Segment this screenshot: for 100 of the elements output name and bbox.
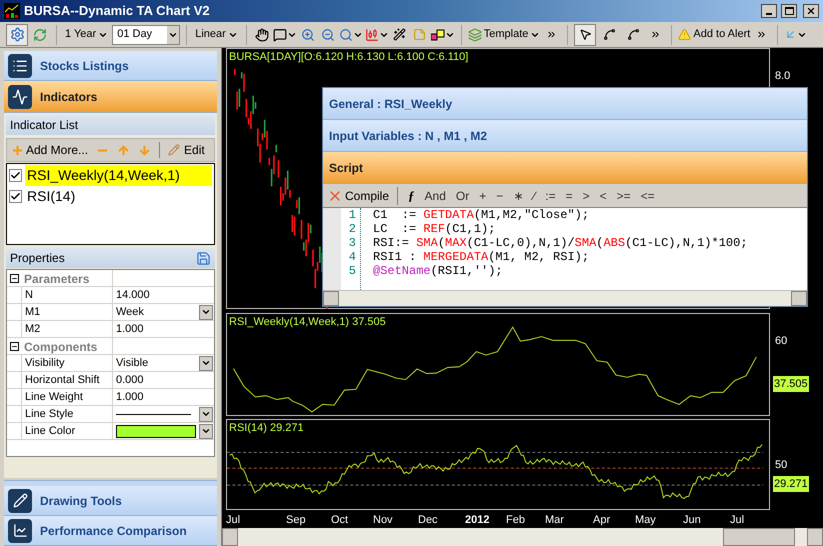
window-title: BURSA--Dynamic TA Chart V2 [24,2,211,20]
dropdown-button[interactable] [199,424,213,438]
down-arrow-icon [138,144,152,156]
add-more-button[interactable]: Add More... [11,141,88,159]
operator-button[interactable]: := [545,186,556,204]
plus-icon [11,144,24,156]
section-header[interactable]: General : RSI_Weekly [323,88,807,120]
curve-icon [626,28,640,41]
property-value: 1.000 [116,390,145,405]
overflow-icon[interactable] [650,29,662,40]
group-label: Parameters [21,270,113,286]
operator-button[interactable]: = [566,186,573,204]
speech-bubble-icon [272,28,287,42]
axis-label: Sep [286,513,306,528]
maximize-button[interactable] [781,4,797,18]
color-swatch-icon [430,28,445,40]
operator-button[interactable]: Or [456,186,470,204]
property-value: 14.000 [116,288,151,303]
minimize-button[interactable] [761,4,777,18]
last-value-badge: 29.271 [773,476,809,492]
operator-button[interactable]: >= [616,186,631,204]
section-header[interactable]: Performance Comparison [4,516,217,546]
operator-button[interactable]: < [600,186,607,204]
caret-icon [201,307,211,317]
section-header[interactable]: Stocks Listings [4,51,217,81]
operator-button[interactable]: <= [640,186,655,204]
hand-icon [254,28,269,42]
edit-button[interactable]: Edit [168,141,205,159]
close-button[interactable] [803,4,819,18]
template-dropdown[interactable]: Template [468,24,540,44]
horizontal-scrollbar[interactable] [323,290,807,306]
property-name: Line Weight [21,389,113,405]
line-number: 4 [348,250,356,264]
pointer-button[interactable] [574,24,596,46]
warning-icon [678,28,692,41]
line-number: 2 [348,222,356,236]
operator-button[interactable]: > [582,186,590,204]
close-icon [806,6,816,16]
axis-label: 2012 [465,513,490,528]
wand-icon [393,28,406,41]
line-number: 3 [348,236,356,250]
function-button[interactable]: ƒ [408,186,415,206]
settings-button[interactable] [6,24,28,46]
compile-button[interactable]: Compile [327,186,398,204]
property-value: 0.000 [116,372,145,388]
horizontal-scrollbar[interactable] [222,528,823,546]
axis-tick: 60 [775,334,788,349]
add-to-alert-button[interactable]: Add to Alert [678,24,750,44]
chart-legend: RSI_Weekly(14,Week,1) 37.505 [229,314,386,330]
operator-button[interactable]: − [496,186,504,204]
operator-button[interactable]: ∕ [533,186,536,204]
dropdown-button[interactable] [199,304,213,320]
list-item[interactable]: RSI_Weekly(14,Week,1) [25,165,212,186]
property-value: 1.000 [116,322,145,337]
pencil-icon [168,144,180,156]
interval-combo[interactable]: 01 Day [112,24,180,44]
property-name: Visibility [21,355,113,371]
property-name: M2 [21,321,113,337]
section-header[interactable]: Script [323,152,807,184]
curve-icon [602,28,616,41]
axis-tick: 50 [775,458,788,473]
pointer-icon [578,28,592,41]
gear-icon [10,27,24,42]
operator-button[interactable]: ∗ [513,186,524,204]
axis-label: Feb [506,513,525,528]
overflow-icon[interactable] [756,29,768,40]
zoom-in-icon [300,28,315,42]
overflow-icon[interactable] [546,29,558,40]
refresh-icon [33,28,47,42]
property-name: M1 [21,304,113,320]
chart-glyph [12,523,28,538]
note-icon [413,28,426,41]
axis-label: Apr [593,513,610,528]
magnifier-icon [338,28,353,42]
code-line: RSI1 : MERGEDATA(M1, M2, RSI); [373,250,590,264]
layers-icon [468,28,482,42]
caret-icon [201,358,211,368]
list-item[interactable]: RSI(14) [25,186,212,207]
operator-button[interactable]: + [479,186,486,204]
section-header[interactable]: Drawing Tools [4,486,217,516]
panel-header: Properties [10,250,65,267]
save-icon[interactable] [196,250,211,266]
property-name: Line Color [21,423,113,439]
section-header[interactable]: Indicators [4,81,217,113]
list-glyph [12,58,28,74]
axis-label: May [635,513,656,528]
axis-label: Dec [418,513,438,528]
checkbox[interactable] [9,190,22,203]
scale-dropdown[interactable]: Linear [193,24,240,44]
app-chart-icon [4,3,20,19]
operator-button[interactable]: And [424,186,446,204]
axis-label: Oct [331,513,348,528]
period-dropdown[interactable]: 1 Year [63,24,110,44]
dropdown-button[interactable] [199,356,213,370]
section-header[interactable]: Input Variables : N , M1 , M2 [323,120,807,152]
checkbox[interactable] [9,169,22,182]
property-value: Visible [116,356,150,371]
dropdown-button[interactable] [199,406,213,422]
code-line: RSI:= SMA(MAX(C1-LC,0),N,1)/SMA(ABS(C1-LC),N,1)*100; [373,236,748,250]
axis-label: Mar [545,513,564,528]
